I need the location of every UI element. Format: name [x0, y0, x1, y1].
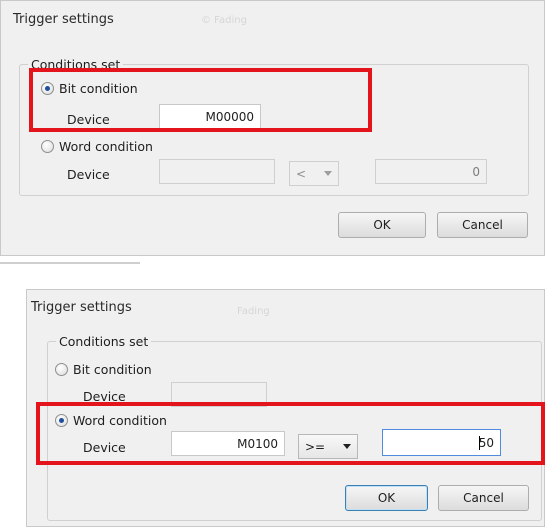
word-condition-radio[interactable]: Word condition — [41, 139, 153, 154]
ok-button[interactable]: OK — [338, 212, 426, 238]
word-device-value: M0100 — [237, 436, 278, 451]
radio-unchecked-icon[interactable] — [55, 363, 68, 376]
radio-checked-icon[interactable] — [41, 82, 54, 95]
chevron-down-icon — [343, 444, 351, 449]
cancel-button[interactable]: Cancel — [438, 485, 529, 511]
dialog-title: Trigger settings — [13, 12, 114, 27]
word-condition-label: Word condition — [59, 139, 153, 154]
trigger-settings-dialog-1: Trigger settings © Fading Conditions set… — [0, 0, 545, 256]
word-value: 0 — [472, 164, 480, 179]
conditions-set-title: Conditions set — [28, 57, 124, 72]
word-device-label: Device — [67, 167, 110, 182]
bit-device-input[interactable] — [171, 382, 267, 407]
background-ghost-text: Fading — [237, 306, 270, 317]
cancel-label: Cancel — [463, 491, 504, 505]
operator-select[interactable]: >= — [298, 434, 358, 459]
radio-checked-icon[interactable] — [55, 414, 68, 427]
bit-condition-label: Bit condition — [59, 81, 138, 96]
bit-condition-radio[interactable]: Bit condition — [41, 81, 138, 96]
word-device-label: Device — [83, 440, 126, 455]
bit-device-input[interactable]: M00000 — [159, 104, 261, 129]
bit-condition-radio[interactable]: Bit condition — [55, 362, 152, 377]
word-value: 50 — [478, 435, 494, 450]
word-condition-radio[interactable]: Word condition — [55, 413, 167, 428]
word-value-input[interactable]: 50 — [382, 429, 501, 456]
bit-condition-label: Bit condition — [73, 362, 152, 377]
conditions-set-title: Conditions set — [56, 334, 152, 349]
bit-device-label: Device — [83, 389, 126, 404]
bit-device-label: Device — [67, 112, 110, 127]
operator-value: >= — [305, 439, 326, 454]
trigger-settings-dialog-2: Trigger settings Fading Conditions set B… — [26, 289, 545, 527]
word-device-input[interactable]: M0100 — [171, 431, 285, 456]
operator-select[interactable]: < — [289, 161, 339, 186]
radio-unchecked-icon[interactable] — [41, 140, 54, 153]
word-condition-label: Word condition — [73, 413, 167, 428]
separator-line — [0, 262, 140, 264]
ok-button[interactable]: OK — [345, 485, 428, 511]
word-device-input[interactable] — [159, 159, 275, 184]
word-value-input[interactable]: 0 — [375, 159, 487, 184]
cancel-label: Cancel — [462, 218, 503, 232]
operator-value: < — [296, 166, 307, 181]
cancel-button[interactable]: Cancel — [437, 212, 528, 238]
ok-label: OK — [377, 491, 396, 505]
background-ghost-text: © Fading — [201, 15, 247, 26]
chevron-down-icon — [324, 171, 332, 176]
ok-label: OK — [373, 218, 391, 232]
dialog-title: Trigger settings — [31, 300, 132, 315]
bit-device-value: M00000 — [205, 109, 254, 124]
